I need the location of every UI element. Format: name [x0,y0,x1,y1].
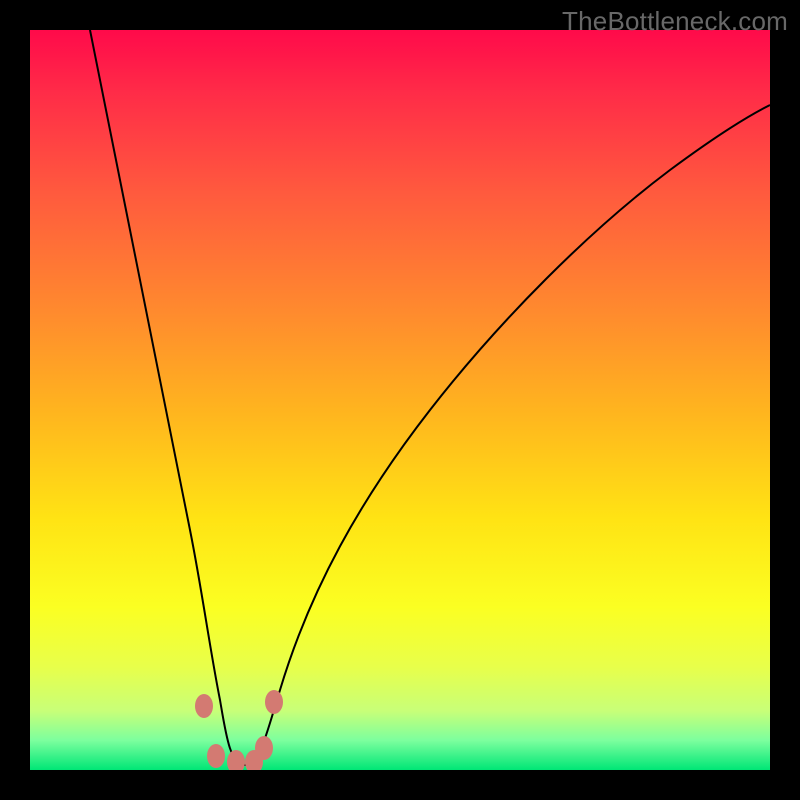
plot-area [30,30,770,770]
curve-marker [255,736,273,760]
marker-group [195,690,283,770]
watermark-text: TheBottleneck.com [562,6,788,37]
curve-layer [30,30,770,770]
curve-marker [227,750,245,770]
curve-marker [265,690,283,714]
v-curve-path [90,30,770,765]
curve-marker [207,744,225,768]
curve-marker [195,694,213,718]
